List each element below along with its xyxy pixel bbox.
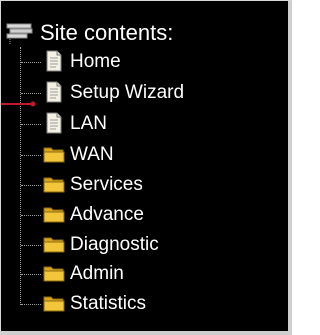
- tree-item-statistics[interactable]: Statistics: [1, 290, 261, 318]
- tree-item-label: Home: [70, 51, 121, 72]
- tree-item-label: Setup Wizard: [70, 82, 185, 103]
- tree-item-advance[interactable]: Advance: [1, 201, 261, 229]
- tree-item-label: LAN: [70, 113, 107, 134]
- tree-branch: [21, 155, 41, 156]
- folder-icon: [43, 173, 65, 195]
- site-tree: Site contents: Home Setup Wizard LAN WAN…: [1, 1, 289, 332]
- tree-branch: [21, 274, 41, 275]
- tree-item-label: WAN: [70, 144, 114, 165]
- tree-item-label: Diagnostic: [70, 234, 159, 255]
- tree-branch: [21, 215, 41, 216]
- tree-branch: [21, 185, 41, 186]
- page-icon: [43, 112, 65, 134]
- tree-branch: [21, 62, 41, 63]
- tree-item-label: Advance: [70, 204, 144, 225]
- tree-item-services[interactable]: Services: [1, 171, 261, 199]
- tree-item-label: Services: [70, 174, 143, 195]
- tree-item-home[interactable]: Home: [1, 48, 261, 76]
- tree-root-icon: [6, 21, 36, 45]
- tree-branch: [21, 245, 41, 246]
- tree-root[interactable]: Site contents:: [6, 19, 266, 49]
- tree-item-label: Admin: [70, 263, 124, 284]
- page-icon: [43, 81, 65, 103]
- tree-item-admin[interactable]: Admin: [1, 260, 261, 288]
- tree-branch: [21, 124, 41, 125]
- tree-branch: [21, 304, 41, 305]
- tree-item-setup-wizard[interactable]: Setup Wizard: [1, 79, 261, 107]
- page-icon: [43, 50, 65, 72]
- folder-icon: [43, 203, 65, 225]
- site-contents-frame: Site contents: Home Setup Wizard LAN WAN…: [0, 0, 292, 335]
- callout-pointer: [1, 94, 37, 107]
- folder-icon: [43, 233, 65, 255]
- tree-item-label: Statistics: [70, 293, 147, 314]
- folder-icon: [43, 143, 65, 165]
- tree-item-wan[interactable]: WAN: [1, 141, 261, 169]
- folder-icon: [43, 292, 65, 314]
- folder-icon: [43, 262, 65, 284]
- tree-item-lan[interactable]: LAN: [1, 110, 261, 138]
- tree-root-label: Site contents:: [40, 20, 174, 45]
- tree-item-diagnostic[interactable]: Diagnostic: [1, 231, 261, 259]
